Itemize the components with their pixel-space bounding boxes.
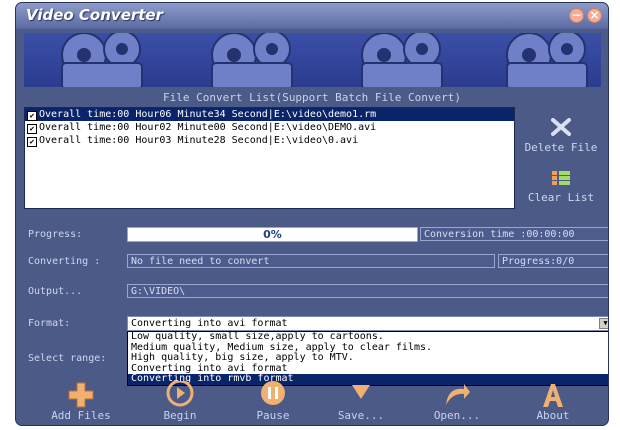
- pause-label: Pause: [256, 409, 290, 422]
- plus-icon: [68, 382, 94, 408]
- dropdown-arrow-icon[interactable]: ▼: [599, 318, 608, 329]
- file-checkbox[interactable]: ✔: [27, 137, 37, 147]
- progress-count: Progress:0/0: [498, 254, 608, 268]
- file-checkbox[interactable]: ✔: [27, 111, 37, 121]
- pause-button[interactable]: Pause: [230, 381, 316, 422]
- file-row[interactable]: ✔ Overall time:00 Hour06 Minute34 Second|…: [25, 108, 514, 121]
- app-window: Video Converter − × File Convert List(Su…: [15, 2, 609, 426]
- file-list[interactable]: ✔ Overall time:00 Hour06 Minute34 Second|…: [24, 107, 515, 209]
- select-range-label: Select range:: [28, 353, 107, 364]
- file-list-heading: File Convert List(Support Batch File Con…: [162, 91, 461, 104]
- file-checkbox[interactable]: ✔: [27, 124, 37, 134]
- output-label: Output...: [28, 286, 83, 297]
- file-path: E:\video\demo1.rm: [273, 109, 377, 120]
- format-selected-value: Converting into avi format: [131, 318, 288, 329]
- title-bar[interactable]: Video Converter − ×: [16, 3, 608, 29]
- delete-file-label: Delete File: [524, 141, 598, 154]
- save-button[interactable]: Save...: [318, 381, 404, 422]
- clear-list-icon: [552, 171, 570, 185]
- progress-label: Progress:: [28, 229, 83, 240]
- open-label: Open...: [433, 409, 481, 422]
- progress-bar: 0%: [127, 227, 418, 242]
- file-duration: Overall time:00 Hour02 Minute00 Second: [39, 122, 268, 133]
- format-option[interactable]: Low quality, small size,apply to cartoon…: [128, 331, 608, 343]
- progress-percent: 0%: [263, 228, 282, 241]
- open-arrow-icon: [446, 384, 470, 405]
- file-row[interactable]: ✔ Overall time:00 Hour02 Minute00 Second|…: [25, 121, 514, 134]
- file-path: E:\video\DEMO.avi: [273, 122, 377, 133]
- begin-label: Begin: [163, 409, 197, 422]
- save-down-arrow-icon: [352, 385, 370, 399]
- add-files-button[interactable]: Add Files: [38, 381, 124, 422]
- about-a-icon: [543, 384, 563, 407]
- format-select[interactable]: Converting into avi format ▼: [127, 316, 608, 331]
- play-icon: [166, 381, 194, 407]
- format-option[interactable]: High quality, big size, apply to MTV.: [128, 352, 608, 364]
- file-path: E:\video\0.avi: [273, 135, 359, 146]
- window-title: Video Converter: [26, 6, 164, 24]
- converting-field: No file need to convert: [127, 254, 495, 268]
- open-button[interactable]: Open...: [414, 381, 500, 422]
- clear-list-label: Clear List: [527, 191, 595, 204]
- save-label: Save...: [337, 409, 385, 422]
- film-reel-banner: [24, 33, 601, 87]
- format-options-list[interactable]: Low quality, small size,apply to cartoon…: [127, 331, 608, 386]
- pause-icon: [261, 381, 285, 405]
- output-path-field[interactable]: G:\VIDEO\: [127, 284, 608, 298]
- film-projector-art: [61, 33, 588, 87]
- file-duration: Overall time:00 Hour03 Minute28 Second: [39, 135, 268, 146]
- file-row[interactable]: ✔ Overall time:00 Hour03 Minute28 Second|…: [25, 134, 514, 147]
- begin-button[interactable]: Begin: [137, 381, 223, 422]
- clear-list-button[interactable]: Clear List: [521, 170, 601, 204]
- converting-label: Converting :: [28, 256, 101, 267]
- close-button[interactable]: ×: [587, 8, 602, 23]
- about-label: About: [536, 409, 570, 422]
- delete-x-icon: [551, 118, 571, 136]
- about-button[interactable]: About: [510, 381, 596, 422]
- minimize-button[interactable]: −: [569, 8, 584, 23]
- conversion-time: Conversion time :00:00:00: [420, 227, 608, 241]
- file-duration: Overall time:00 Hour06 Minute34 Second: [39, 109, 268, 120]
- delete-file-button[interactable]: Delete File: [521, 118, 601, 154]
- format-label: Format:: [28, 318, 71, 329]
- add-files-label: Add Files: [51, 409, 111, 422]
